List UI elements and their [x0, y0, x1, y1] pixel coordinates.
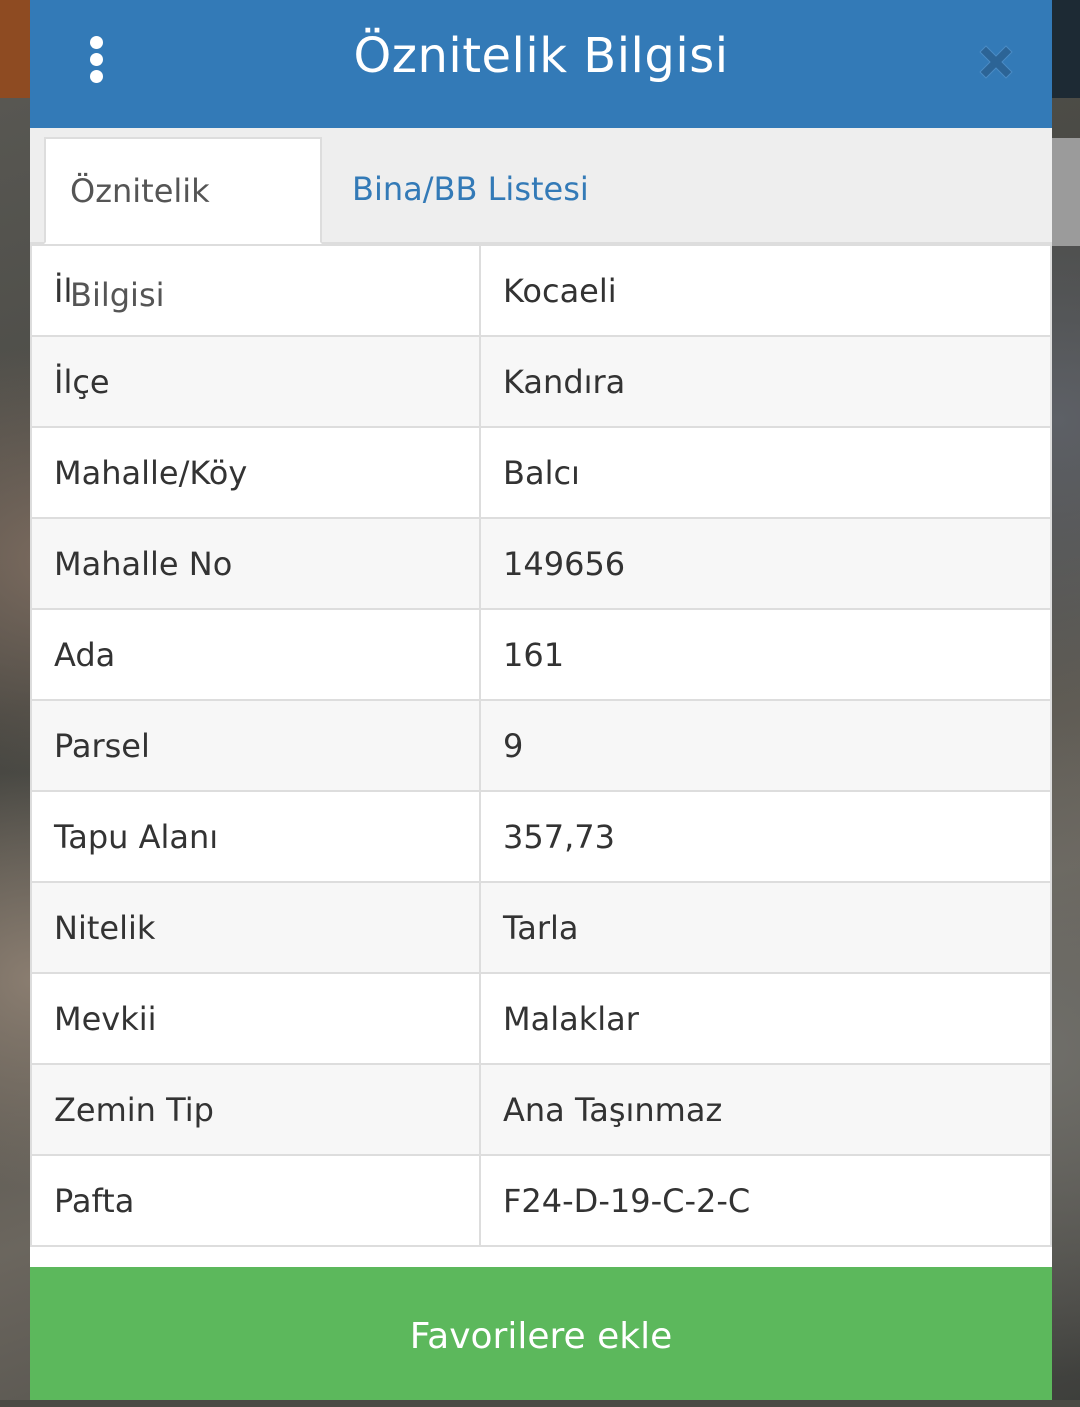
- attribute-key: Pafta: [30, 1154, 481, 1247]
- table-row: Mahalle No 149656: [30, 517, 1052, 610]
- attribute-value: Tarla: [479, 881, 1052, 974]
- attribute-key: Nitelik: [30, 881, 481, 974]
- table-row: Ada 161: [30, 608, 1052, 701]
- table-row: İlçe Kandıra: [30, 335, 1052, 428]
- attribute-key: İlçe: [30, 335, 481, 428]
- table-row: Nitelik Tarla: [30, 881, 1052, 974]
- attribute-value: Ana Taşınmaz: [479, 1063, 1052, 1156]
- map-edge-right: [1052, 0, 1080, 98]
- tab-bar: Öznitelik Bilgisi Bina/BB Listesi: [30, 128, 1052, 314]
- attribute-key: Mevkii: [30, 972, 481, 1065]
- attribute-key: Ada: [30, 608, 481, 701]
- close-icon[interactable]: [972, 38, 1020, 86]
- table-row: Mevkii Malaklar: [30, 972, 1052, 1065]
- attribute-value: Kandıra: [479, 335, 1052, 428]
- attribute-info-dialog: Öznitelik Bilgisi Öznitelik Bilgisi Bina…: [30, 0, 1052, 1400]
- dialog-header: Öznitelik Bilgisi: [30, 0, 1052, 128]
- table-row: Tapu Alanı 357,73: [30, 790, 1052, 883]
- map-edge-left: [0, 0, 30, 98]
- attribute-key: Tapu Alanı: [30, 790, 481, 883]
- table-row: İl Kocaeli: [30, 244, 1052, 337]
- attribute-value: 161: [479, 608, 1052, 701]
- attribute-key: Mahalle No: [30, 517, 481, 610]
- table-row: Parsel 9: [30, 699, 1052, 792]
- attribute-value: 357,73: [479, 790, 1052, 883]
- attribute-value: 149656: [479, 517, 1052, 610]
- dialog-title: Öznitelik Bilgisi: [353, 28, 729, 84]
- add-to-favorites-button[interactable]: Favorilere ekle: [30, 1267, 1052, 1400]
- scrollbar-thumb[interactable]: [1052, 138, 1080, 246]
- attribute-table: İl Kocaeli İlçe Kandıra Mahalle/Köy Balc…: [30, 244, 1052, 1247]
- attribute-value: Balcı: [479, 426, 1052, 519]
- tab-building-list[interactable]: Bina/BB Listesi: [328, 137, 613, 241]
- attribute-value: F24-D-19-C-2-C: [479, 1154, 1052, 1247]
- table-row: Mahalle/Köy Balcı: [30, 426, 1052, 519]
- attribute-value: Malaklar: [479, 972, 1052, 1065]
- attribute-key: Zemin Tip: [30, 1063, 481, 1156]
- tab-attribute-info[interactable]: Öznitelik Bilgisi: [44, 137, 322, 314]
- attribute-value: Kocaeli: [479, 244, 1052, 337]
- attribute-key: Mahalle/Köy: [30, 426, 481, 519]
- attribute-key: Parsel: [30, 699, 481, 792]
- attribute-value: 9: [479, 699, 1052, 792]
- table-row: Zemin Tip Ana Taşınmaz: [30, 1063, 1052, 1156]
- table-row: Pafta F24-D-19-C-2-C: [30, 1154, 1052, 1247]
